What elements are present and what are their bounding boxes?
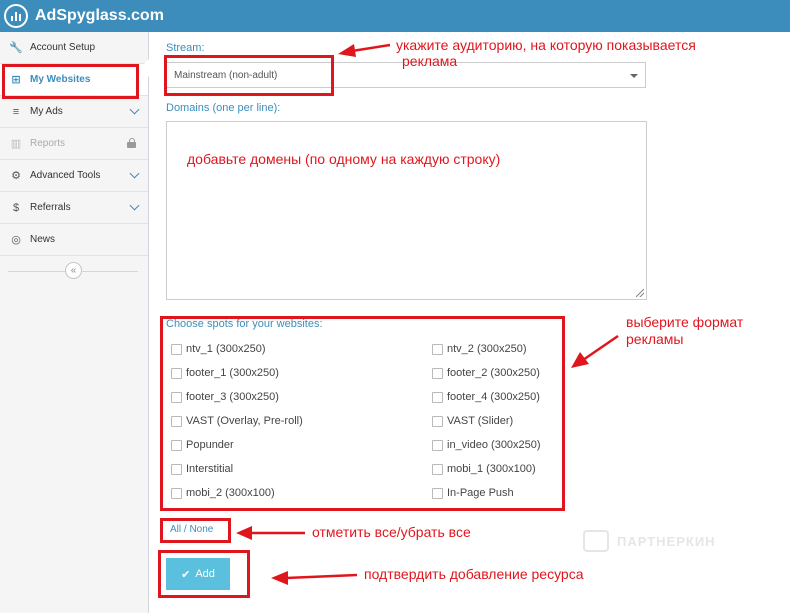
annotation-box-all-none xyxy=(160,518,231,543)
annotation-format-line2: рекламы xyxy=(626,331,684,347)
sidebar-collapse-row: « xyxy=(0,262,148,280)
lock-icon xyxy=(127,138,136,148)
domains-textarea[interactable] xyxy=(166,121,647,300)
wrench-icon: 🔧 xyxy=(9,42,23,54)
chevron-down-icon xyxy=(129,168,140,179)
sidebar-item-label: News xyxy=(30,234,56,245)
sidebar-item-account-setup[interactable]: 🔧 Account Setup xyxy=(0,32,148,64)
sidebar-item-label: My Ads xyxy=(30,106,63,117)
arrow-all-none-head xyxy=(236,526,252,540)
brand-name: AdSpyglass.com xyxy=(35,7,164,24)
bar-chart-icon: ▥ xyxy=(10,138,22,150)
sidebar-item-label: Advanced Tools xyxy=(30,170,101,181)
sidebar-item-referrals[interactable]: $ Referrals xyxy=(0,192,148,224)
annotation-box-add xyxy=(158,550,250,598)
domains-label: Domains (one per line): xyxy=(166,102,281,114)
sidebar-item-my-ads[interactable]: ≡ My Ads xyxy=(0,96,148,128)
sidebar-item-reports[interactable]: ▥ Reports xyxy=(0,128,148,160)
caret-down-icon xyxy=(630,74,638,78)
sliders-icon: ≡ xyxy=(12,105,20,118)
spyglass-logo-icon xyxy=(4,4,28,28)
chevron-down-icon xyxy=(129,104,140,115)
stream-label: Stream: xyxy=(166,42,205,54)
resize-grip-icon[interactable] xyxy=(636,289,644,297)
annotation-box-my-websites xyxy=(2,64,139,99)
annotation-stream-line1: укажите аудиторию, на которую показывает… xyxy=(396,37,696,53)
chevron-down-icon xyxy=(129,200,140,211)
watermark: ПАРТНЕРКИН xyxy=(583,530,716,552)
gears-icon: ⚙ xyxy=(11,170,21,182)
annotation-stream-line2: реклама xyxy=(402,53,458,69)
annotation-box-spots xyxy=(160,316,565,511)
money-icon: $ xyxy=(12,201,20,214)
annotation-domains: добавьте домены (по одному на каждую стр… xyxy=(187,151,501,167)
sidebar: 🔧 Account Setup ⊞ My Websites ≡ My Ads ▥… xyxy=(0,32,149,613)
annotation-box-stream xyxy=(164,55,334,96)
arrow-add xyxy=(285,573,358,580)
watermark-logo-icon xyxy=(583,530,609,552)
annotation-format-line1: выберите формат xyxy=(626,314,744,330)
arrow-add-head xyxy=(271,571,288,585)
arrow-spots-head xyxy=(571,352,589,368)
sidebar-item-news[interactable]: ◎ News xyxy=(0,224,148,256)
sidebar-item-label: Account Setup xyxy=(30,42,96,53)
annotation-all-none: отметить все/убрать все xyxy=(312,524,471,540)
sidebar-item-advanced-tools[interactable]: ⚙ Advanced Tools xyxy=(0,160,148,192)
sidebar-item-label: Referrals xyxy=(30,202,71,213)
lifebuoy-icon: ◎ xyxy=(11,234,21,246)
annotation-add: подтвердить добавление ресурса xyxy=(364,566,584,582)
arrow-stream-head xyxy=(338,44,356,57)
collapse-sidebar-button[interactable]: « xyxy=(65,262,82,279)
sidebar-item-label: Reports xyxy=(30,138,66,149)
top-bar: AdSpyglass.com xyxy=(0,0,790,32)
active-item-pointer xyxy=(140,58,150,78)
arrow-spots xyxy=(582,334,619,362)
watermark-text: ПАРТНЕРКИН xyxy=(617,533,716,549)
brand-logo[interactable]: AdSpyglass.com xyxy=(4,3,164,29)
arrow-stream xyxy=(351,43,391,53)
